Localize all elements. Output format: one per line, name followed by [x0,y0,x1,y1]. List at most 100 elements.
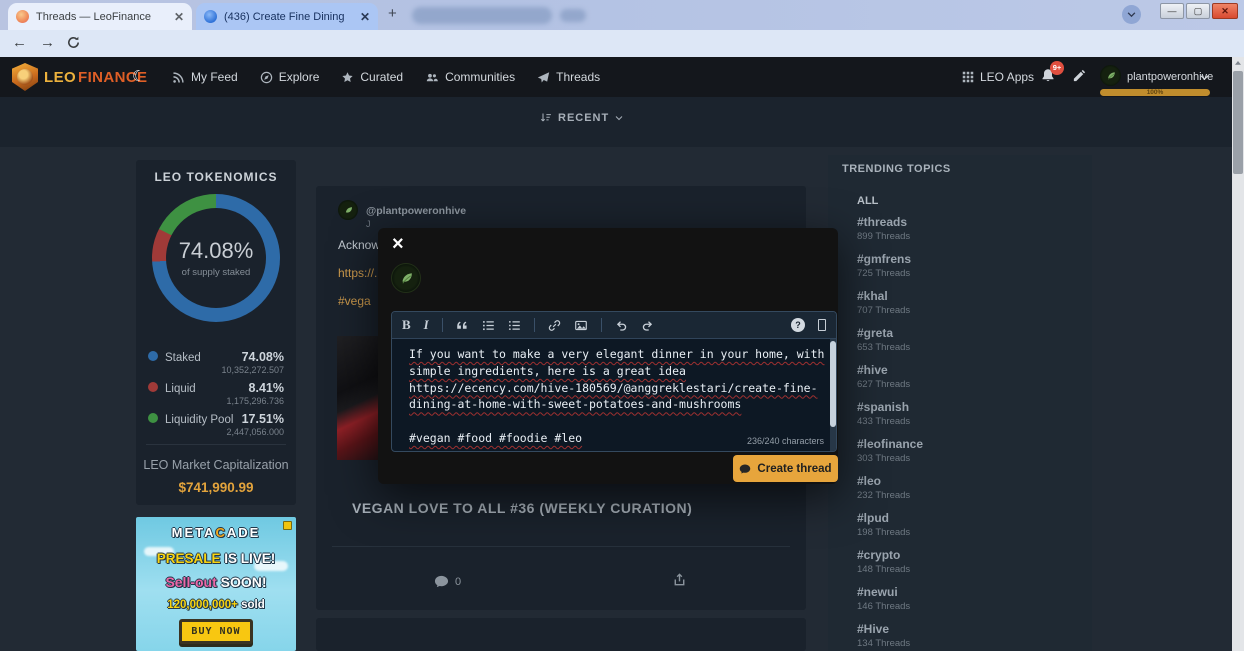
trending-topic[interactable]: #spanish 433 Threads [857,400,1077,427]
editor-scrollbar[interactable] [830,339,836,451]
ad-line1-rest: IS LIVE! [220,551,276,566]
metacade-ad: METACADE PRESALE IS LIVE! Sell-out SOON!… [136,517,296,651]
ad-line2-rest: SOON! [216,574,267,590]
nav-item-threads[interactable]: Threads [537,70,600,84]
compose-pencil-icon[interactable] [1072,68,1087,83]
page-scrollbar-thumb[interactable] [1233,71,1243,174]
trending-topic-tag: #khal [857,289,888,303]
trending-topic[interactable]: #leofinance 303 Threads [857,437,1077,464]
post-share-button[interactable] [672,572,687,587]
trending-topic[interactable]: #leo 232 Threads [857,474,1077,501]
tab-close-icon[interactable]: ✕ [360,10,370,24]
legend-color-dot [148,350,158,361]
nav-item-explore[interactable]: Explore [260,70,320,84]
trending-topic[interactable]: #lpud 198 Threads [857,511,1077,538]
legend-entry: Liquidity Pool 17.51% 2,447,056.000 [148,412,284,437]
trending-topic[interactable]: #crypto 148 Threads [857,548,1077,575]
browser-tab-2[interactable]: (436) Create Fine Dining at Hom ✕ [196,3,378,30]
help-icon[interactable]: ? [791,318,805,332]
trending-topic-tag: #crypto [857,548,901,562]
trending-topic-tag: #spanish [857,400,910,414]
nav-item-curated[interactable]: Curated [341,70,403,84]
tokenomics-donut-center: 74.08% of supply staked [166,208,266,308]
back-icon[interactable]: ← [12,35,27,50]
ordered-list-button[interactable] [482,319,495,332]
redo-button[interactable] [641,319,654,332]
trending-topic-count: 653 Threads [857,342,911,353]
market-cap-label: LEO Market Capitalization [143,458,289,472]
image-button[interactable] [574,319,588,332]
trending-topic-tag: #Hive [857,622,890,636]
trending-topic[interactable]: #threads 899 Threads [857,215,1077,242]
window-minimize-button[interactable]: — [1160,3,1184,19]
ad-brand-c: C [215,525,227,540]
trending-filter-all[interactable]: ALL [857,195,878,207]
unordered-list-button[interactable] [508,319,521,332]
voting-power-bar: 100% [1100,89,1210,96]
trending-topic[interactable]: #newui 146 Threads [857,585,1077,612]
sort-dropdown[interactable]: RECENT [540,112,623,124]
trending-topic[interactable]: #greta 653 Threads [857,326,1077,353]
nav-item-my-feed[interactable]: My Feed [172,70,238,84]
trending-topic[interactable]: #Hive 134 Threads [857,622,1077,649]
tokenomics-donut-ring: 74.08% of supply staked [152,194,280,322]
editor-text-line: If you want to make a very elegant dinne… [409,347,825,361]
nav-label: Threads [556,70,601,84]
post-timestamp: J [366,219,371,229]
browser-tab-active[interactable]: Threads — LeoFinance ✕ [8,3,192,30]
trending-topic-count: 198 Threads [857,527,911,538]
post-title[interactable]: VEGAN LOVE TO ALL #36 (WEEKLY CURATION) [352,500,692,516]
logo-text-leo: LEO [44,69,77,86]
window-maximize-button[interactable]: ▢ [1186,3,1210,19]
ad-line2: Sell-out SOON! [136,574,296,591]
forward-icon[interactable]: → [40,35,55,50]
preview-icon[interactable] [818,319,826,331]
legend-color-dot [148,381,158,392]
italic-button[interactable]: I [424,317,429,333]
create-thread-modal: × B I ? If you want to make a very elega… [378,228,838,484]
post-body-text: Acknow [338,238,381,252]
quote-button[interactable] [456,319,469,332]
trending-topic-count: 627 Threads [857,379,911,390]
page-scrollbar[interactable] [1232,57,1244,651]
nav-label: Curated [360,70,404,84]
user-avatar[interactable] [1100,65,1121,86]
thread-text-input[interactable]: If you want to make a very elegant dinne… [392,339,830,451]
post-hashtag[interactable]: #vega [338,294,371,308]
nav-label: Explore [278,70,320,84]
blurred-tab[interactable] [412,7,552,24]
blurred-tab[interactable] [560,9,586,22]
leo-apps-button[interactable]: LEO Apps [962,70,1034,84]
reload-icon[interactable] [66,35,81,50]
trending-topic[interactable]: #hive 627 Threads [857,363,1077,390]
post-avatar[interactable] [338,200,358,220]
tokenomics-title: LEO TOKENOMICS [154,170,278,184]
undo-button[interactable] [615,319,628,332]
trending-topic[interactable]: #khal 707 Threads [857,289,1077,316]
editor-scrollbar-thumb[interactable] [830,341,836,427]
buy-now-button[interactable]: BUY NOW [179,619,253,644]
trending-topic[interactable]: #gmfrens 725 Threads [857,252,1077,279]
window-close-button[interactable]: ✕ [1212,3,1238,19]
create-thread-button[interactable]: Create thread [733,455,838,482]
dark-mode-moon-icon[interactable]: ☾ [132,67,145,85]
trending-topic-count: 303 Threads [857,453,911,464]
legend-amount: 10,352,272.507 [221,365,284,375]
modal-close-icon[interactable]: × [392,234,404,254]
character-counter: 236/240 characters [746,436,824,446]
toolbar-separator [600,318,602,332]
tab-close-icon[interactable]: ✕ [174,10,184,24]
post-link[interactable]: https://. [338,266,377,280]
nav-item-communities[interactable]: Communities [425,70,515,84]
new-tab-button[interactable]: + [388,5,397,22]
sort-label: RECENT [558,112,610,124]
user-menu-chevron-icon[interactable] [1200,73,1209,82]
tab-search-chevron-icon[interactable] [1122,5,1141,24]
bold-button[interactable]: B [402,317,411,333]
link-button[interactable] [548,319,561,332]
thread-editor: B I ? If you want to make a very elegant… [391,311,837,452]
post-username[interactable]: @plantpoweronhive [366,205,466,217]
trending-topic-count: 707 Threads [857,305,911,316]
staked-percent-value: 74.08% [178,238,254,263]
comment-button[interactable]: 0 [434,574,461,589]
